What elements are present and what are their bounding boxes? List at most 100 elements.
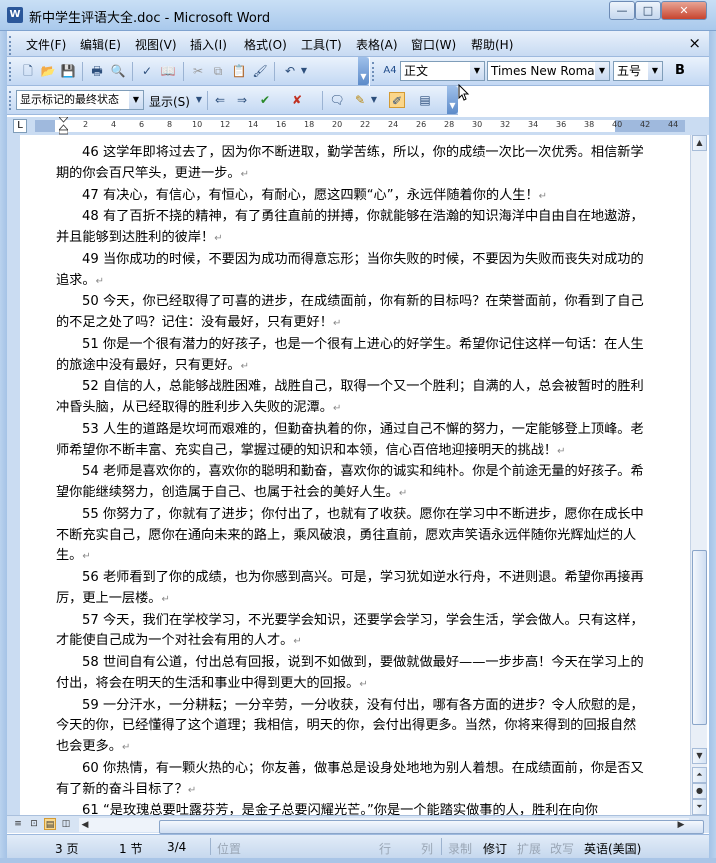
status-track-changes[interactable]: 修订 — [483, 840, 507, 857]
cut-icon[interactable]: ✂ — [190, 63, 206, 79]
research-icon[interactable]: 📖 — [160, 63, 176, 79]
paragraph-text: 57 今天，我们在学校学习，不光要学会知识，还要学会学习，学会生活，学会做人。只… — [56, 612, 644, 649]
menu-insert[interactable]: 插入(I) — [190, 36, 227, 53]
paragraph[interactable]: 61 “是玫瑰总要吐露芬芳，是金子总要闪耀光芒。”你是一个能踏实做事的人，胜利在… — [56, 801, 646, 815]
document-page[interactable]: 46 这学年即将过去了，因为你不断进取，勤学苦练，所以，你的成绩一次比一次优秀。… — [20, 135, 690, 815]
menu-file[interactable]: 文件(F) — [26, 36, 66, 53]
font-combo[interactable]: Times New Roman ▼ — [487, 61, 610, 81]
menu-tools[interactable]: 工具(T) — [301, 36, 342, 53]
highlight-icon[interactable]: ✎ — [352, 92, 368, 108]
paragraph[interactable]: 48 有了百折不挠的精神，有了勇往直前的拼搏，你就能够在浩瀚的知识海洋中自由自在… — [56, 207, 646, 250]
paragraph[interactable]: 57 今天，我们在学校学习，不光要学会知识，还要学会学习，学会生活，学会做人。只… — [56, 611, 646, 654]
paragraph[interactable]: 49 当你成功的时候，不要因为成功而得意忘形；当你失败的时候，不要因为失败而丧失… — [56, 250, 646, 293]
font-size-combo[interactable]: 五号 ▼ — [613, 61, 663, 81]
spelling-icon[interactable]: ✓ — [139, 63, 155, 79]
show-markup-menu[interactable]: 显示(S) — [149, 93, 190, 110]
copy-icon[interactable]: ⧉ — [210, 63, 226, 79]
styles-pane-icon[interactable]: A4 — [380, 63, 400, 79]
toolbar-grip[interactable] — [372, 62, 375, 81]
paragraph[interactable]: 47 有决心，有信心，有恒心，有耐心，愿这四颗“心”，永远伴随着你的人生！↵ — [56, 186, 646, 208]
paragraph[interactable]: 52 自信的人，总能够战胜困难，战胜自己，取得一个又一个胜利；自满的人，总会被暂… — [56, 377, 646, 420]
scroll-up-icon[interactable]: ▲ — [692, 135, 707, 151]
print-layout-view-icon[interactable]: ▤ — [44, 818, 56, 830]
vertical-scroll-thumb[interactable] — [692, 550, 707, 725]
close-window-button[interactable]: ✕ — [661, 1, 707, 20]
menu-edit[interactable]: 编辑(E) — [80, 36, 121, 53]
paragraph[interactable]: 55 你努力了，你就有了进步；你付出了，也就有了收获。愿你在学习中不断进步，愿你… — [56, 505, 646, 568]
paragraph[interactable]: 60 你热情，有一颗火热的心；你友善，做事总是设身处地地为别人着想。在成绩面前，… — [56, 759, 646, 802]
markup-display-combo[interactable]: 显示标记的最终状态 ▼ — [16, 90, 144, 110]
status-language[interactable]: 英语(美国) — [584, 840, 641, 857]
close-document-button[interactable]: × — [688, 34, 701, 52]
scroll-right-icon[interactable]: ▶ — [675, 819, 687, 831]
print-preview-icon[interactable]: 🔍 — [110, 63, 126, 79]
word-app-icon[interactable]: W — [7, 7, 23, 23]
next-change-icon[interactable]: ⇒ — [234, 92, 250, 108]
new-icon[interactable]: 🗋 — [20, 63, 36, 79]
horizontal-ruler[interactable]: L 2 4 6 8 10 12 14 16 18 20 22 24 26 28 … — [7, 116, 709, 135]
menu-table[interactable]: 表格(A) — [356, 36, 398, 53]
paragraph[interactable]: 46 这学年即将过去了，因为你不断进取，勤学苦练，所以，你的成绩一次比一次优秀。… — [56, 143, 646, 186]
reviewing-pane-icon[interactable]: ▤ — [417, 92, 433, 108]
paste-icon[interactable]: 📋 — [231, 63, 247, 79]
indent-marker-icon[interactable] — [58, 116, 69, 135]
paragraph-text: 56 老师看到了你的成绩，也为你感到高兴。可是，学习犹如逆水行舟，不进则退。希望… — [56, 570, 644, 606]
menu-window[interactable]: 窗口(W) — [411, 36, 456, 53]
insert-comment-icon[interactable]: 🗨 — [329, 92, 345, 108]
previous-change-icon[interactable]: ⇐ — [212, 92, 228, 108]
print-icon[interactable]: 🖶 — [89, 63, 105, 79]
paragraph[interactable]: 50 今天，你已经取得了可喜的进步，在成绩面前，你有新的目标吗？在荣誉面前，你看… — [56, 292, 646, 335]
web-layout-view-icon[interactable]: ⊡ — [28, 818, 40, 830]
document-text[interactable]: 46 这学年即将过去了，因为你不断进取，勤学苦练，所以，你的成绩一次比一次优秀。… — [56, 143, 646, 815]
paragraph[interactable]: 53 人生的道路是坎坷而艰难的，但勤奋执着的你，通过自己不懈的努力，一定能够登上… — [56, 420, 646, 463]
next-page-icon[interactable]: ⏷ — [692, 799, 707, 815]
horizontal-scrollbar[interactable]: ◀ ▶ — [79, 818, 704, 834]
paragraph-mark: ↵ — [82, 551, 91, 563]
track-changes-icon[interactable]: ✐ — [389, 92, 405, 108]
undo-icon[interactable]: ↶ — [282, 63, 298, 79]
paragraph[interactable]: 54 老师是喜欢你的，喜欢你的聪明和勤奋，喜欢你的诚实和纯朴。你是个前途无量的好… — [56, 462, 646, 505]
paragraph[interactable]: 51 你是一个很有潜力的好孩子，也是一个很有上进心的好学生。希望你记住这样一句话… — [56, 335, 646, 378]
scroll-down-icon[interactable]: ▼ — [692, 748, 707, 764]
previous-page-icon[interactable]: ⏶ — [692, 767, 707, 783]
select-browse-object-icon[interactable]: ● — [692, 783, 707, 799]
minimize-button[interactable]: — — [609, 1, 635, 20]
menu-bar: 文件(F) 编辑(E) 视图(V) 插入(I) 格式(O) 工具(T) 表格(A… — [7, 31, 709, 57]
normal-view-icon[interactable]: ≡ — [12, 818, 24, 830]
bold-button[interactable]: B — [672, 63, 688, 79]
paragraph[interactable]: 58 世间自有公道，付出总有回报，说到不如做到，要做就做最好——一步步高！今天在… — [56, 653, 646, 696]
open-icon[interactable]: 📂 — [40, 63, 56, 79]
menu-format[interactable]: 格式(O) — [244, 36, 287, 53]
reading-layout-view-icon[interactable]: ◫ — [60, 818, 72, 830]
tab-selector[interactable]: L — [13, 119, 27, 133]
style-combo[interactable]: 正文 ▼ — [400, 61, 485, 81]
maximize-button[interactable]: □ — [635, 1, 661, 20]
scroll-left-icon[interactable]: ◀ — [79, 819, 91, 831]
status-record[interactable]: 录制 — [448, 840, 472, 857]
reject-change-icon[interactable]: ✘ — [289, 92, 305, 108]
horizontal-scroll-thumb[interactable] — [159, 820, 704, 834]
format-painter-icon[interactable]: 🖌 — [252, 63, 268, 79]
chevron-down-icon[interactable]: ▼ — [194, 92, 204, 108]
chevron-down-icon[interactable]: ▼ — [129, 91, 143, 109]
paragraph[interactable]: 59 一分汗水，一分耕耘；一分辛劳，一分收获，没有付出，哪有各方面的进步？令人欣… — [56, 696, 646, 759]
chevron-down-icon[interactable]: ▼ — [470, 62, 484, 80]
status-overtype[interactable]: 改写 — [550, 840, 574, 857]
ruler-tick: 12 — [220, 120, 231, 129]
paragraph[interactable]: 56 老师看到了你的成绩，也为你感到高兴。可是，学习犹如逆水行舟，不进则退。希望… — [56, 568, 646, 611]
save-icon[interactable]: 💾 — [60, 63, 76, 79]
chevron-down-icon[interactable]: ▼ — [369, 92, 379, 108]
toolbar-grip[interactable] — [9, 62, 12, 81]
chevron-down-icon[interactable]: ▼ — [595, 62, 609, 80]
toolbar-options-chevron-icon[interactable]: ▼ — [358, 57, 369, 85]
menu-view[interactable]: 视图(V) — [135, 36, 177, 53]
undo-dropdown-icon[interactable]: ▼ — [299, 63, 309, 79]
accept-change-icon[interactable]: ✔ — [257, 92, 273, 108]
menubar-grip[interactable] — [9, 36, 12, 55]
menu-help[interactable]: 帮助(H) — [471, 36, 513, 53]
vertical-scrollbar[interactable]: ▲ ▼ ⏶ ● ⏷ — [690, 135, 707, 815]
status-extend[interactable]: 扩展 — [517, 840, 541, 857]
toolbar-grip[interactable] — [9, 91, 12, 110]
chevron-down-icon[interactable]: ▼ — [648, 62, 662, 80]
toolbar-options-chevron-icon[interactable]: ▼ — [447, 86, 458, 114]
